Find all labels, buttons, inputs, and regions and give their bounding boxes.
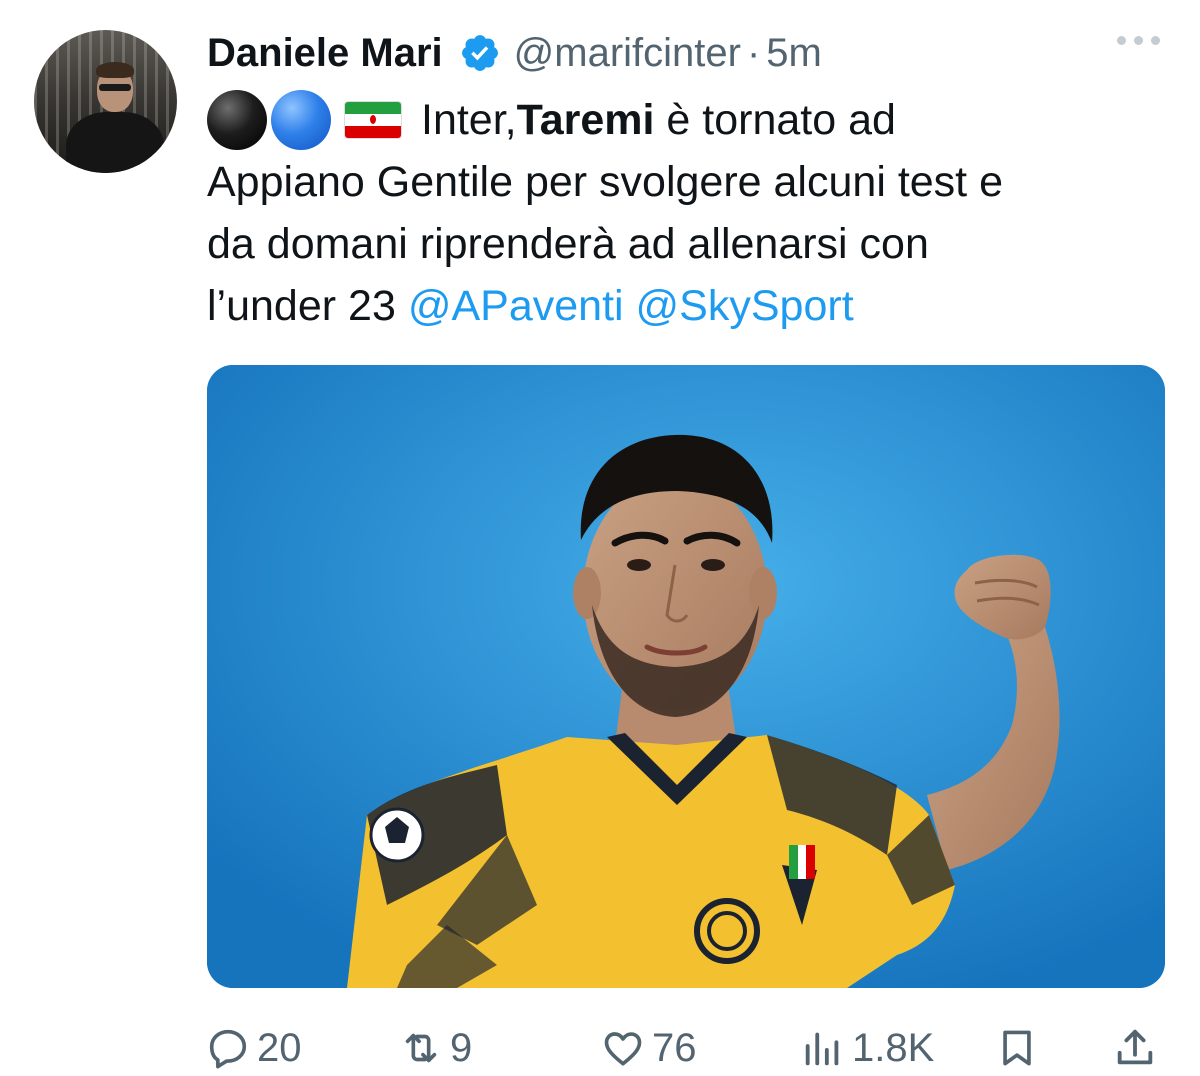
tweet-action-bar: 20 9 76 1.8K	[0, 1020, 1200, 1076]
repost-button[interactable]: 9	[398, 1020, 472, 1076]
bookmark-button[interactable]	[995, 1020, 1039, 1076]
share-button[interactable]	[1112, 1020, 1158, 1076]
tweet-media-photo[interactable]	[207, 365, 1165, 988]
mention-skysport[interactable]: @SkySport	[636, 275, 854, 337]
bookmark-icon	[1003, 1030, 1031, 1066]
avatar-figure-hair	[96, 62, 134, 78]
like-button[interactable]: 76	[600, 1020, 697, 1076]
more-dot	[1151, 36, 1160, 45]
tweet-line-4: l’under 23 @APaventi @SkySport	[207, 275, 1167, 337]
views-chart-icon	[805, 1032, 839, 1066]
tweet-bold-keyword: Taremi	[516, 96, 655, 144]
share-icon	[1117, 1029, 1153, 1065]
tweet-text-segment: Inter,	[421, 96, 517, 144]
avatar[interactable]	[34, 30, 177, 173]
reply-icon	[209, 1029, 247, 1069]
black-circle-emoji-icon	[207, 90, 267, 150]
like-count: 76	[652, 1025, 697, 1070]
more-options-icon[interactable]	[1117, 36, 1160, 45]
mention-apaventi[interactable]: @APaventi	[408, 275, 624, 337]
iran-flag-emoji-icon	[345, 102, 401, 138]
tweet-text-segment: è tornato ad	[654, 96, 896, 144]
header-separator: ·	[746, 30, 761, 75]
tweet-header: Daniele Mari @marifcinter · 5m	[207, 26, 822, 80]
reply-button[interactable]: 20	[205, 1020, 302, 1076]
tweet-timestamp[interactable]: 5m	[766, 31, 822, 76]
views-button[interactable]: 1.8K	[800, 1020, 934, 1076]
tweet-text: Inter, Taremi è tornato ad Appiano Genti…	[207, 89, 1167, 337]
repost-count: 9	[450, 1025, 473, 1070]
tweet-line-1: Inter, Taremi è tornato ad	[207, 89, 1167, 151]
reply-count: 20	[257, 1025, 302, 1070]
avatar-figure-sunglasses	[99, 84, 131, 91]
tweet-line-2: Appiano Gentile per svolgere alcuni test…	[207, 158, 1003, 206]
more-dot	[1117, 36, 1126, 45]
views-count: 1.8K	[852, 1025, 935, 1070]
heart-icon	[604, 1032, 642, 1066]
author-handle[interactable]: @marifcinter	[514, 31, 741, 76]
avatar-figure-body	[66, 112, 164, 173]
author-name[interactable]: Daniele Mari	[207, 31, 443, 76]
tweet-text-segment: l’under 23	[207, 282, 408, 330]
repost-icon	[405, 1033, 437, 1063]
more-dot	[1134, 36, 1143, 45]
verified-badge-icon	[461, 35, 498, 71]
player-photo-illustration	[207, 365, 1165, 988]
blue-circle-emoji-icon	[271, 90, 331, 150]
tweet-line-3: da domani riprenderà ad allenarsi con	[207, 220, 929, 268]
